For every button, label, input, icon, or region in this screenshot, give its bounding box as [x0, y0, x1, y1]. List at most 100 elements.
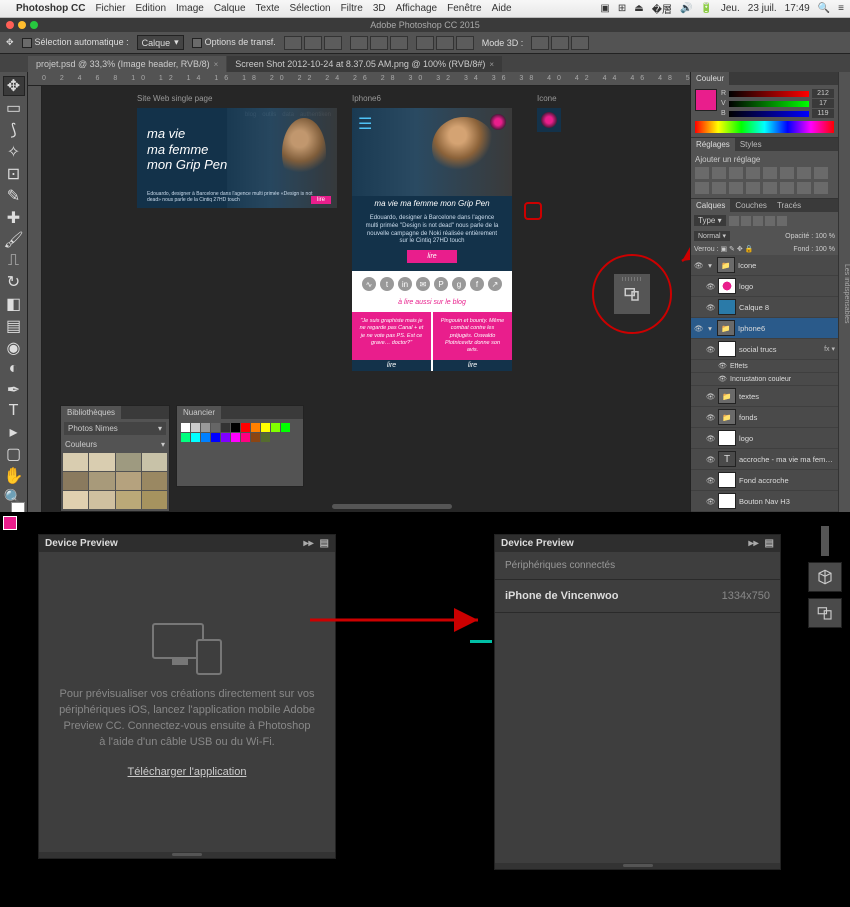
- adjustment-icon[interactable]: [712, 182, 726, 194]
- fill-value[interactable]: 100 %: [815, 246, 835, 253]
- visibility-toggle[interactable]: 👁: [706, 476, 715, 485]
- collapsed-panel-tab[interactable]: Les indispensables: [838, 72, 850, 512]
- horizontal-scrollbar[interactable]: [332, 504, 452, 509]
- swatch[interactable]: [251, 423, 260, 432]
- auto-select-checkbox[interactable]: [22, 38, 32, 48]
- panel-grip[interactable]: [39, 852, 335, 858]
- swatch[interactable]: [231, 423, 240, 432]
- library-swatch[interactable]: [89, 453, 114, 471]
- 3d-mode-button[interactable]: [571, 36, 589, 50]
- pen-tool[interactable]: ✒: [3, 380, 25, 400]
- collapse-icon[interactable]: ▸▸: [749, 538, 759, 549]
- layer-thumbnail[interactable]: T: [718, 451, 736, 467]
- adjustment-icon[interactable]: [763, 182, 777, 194]
- layer-row[interactable]: 👁▾📁Iphone6: [691, 318, 838, 339]
- library-swatch[interactable]: [116, 491, 141, 509]
- libraries-panel[interactable]: Bibliothèques Photos Nimes▾ Couleurs▾: [60, 405, 170, 512]
- align-button[interactable]: [304, 36, 322, 50]
- color-spectrum[interactable]: [695, 121, 834, 133]
- visibility-toggle[interactable]: 👁: [694, 324, 703, 333]
- r-value[interactable]: 212: [812, 89, 834, 98]
- swatch[interactable]: [221, 433, 230, 442]
- layer-row[interactable]: 👁logo: [691, 428, 838, 449]
- color-panel-tab[interactable]: Couleur: [691, 72, 729, 85]
- foreground-color[interactable]: [3, 516, 17, 530]
- layer-row[interactable]: 👁Incrustation couleur: [691, 373, 838, 386]
- show-transform-checkbox[interactable]: [192, 38, 202, 48]
- layer-row[interactable]: 👁Taccroche - ma vie ma femme ...: [691, 449, 838, 470]
- swatch[interactable]: [251, 433, 260, 442]
- eyedropper-tool[interactable]: ✎: [3, 186, 25, 206]
- adjustments-panel-tab[interactable]: Réglages: [691, 138, 735, 151]
- adjustment-icon[interactable]: [729, 167, 743, 179]
- layer-thumbnail[interactable]: [718, 493, 736, 509]
- 3d-panel-icon[interactable]: [808, 562, 842, 592]
- collapse-icon[interactable]: ▸▸: [304, 538, 314, 549]
- menu-aide[interactable]: Aide: [492, 3, 512, 14]
- artboard-label[interactable]: Icone: [537, 94, 557, 103]
- adjustment-icon[interactable]: [797, 167, 811, 179]
- adjustment-icon[interactable]: [763, 167, 777, 179]
- wifi-icon[interactable]: �層: [652, 1, 672, 16]
- swatch[interactable]: [241, 433, 250, 442]
- status-icon[interactable]: ▣: [600, 3, 609, 14]
- visibility-toggle[interactable]: 👁: [718, 375, 727, 383]
- paths-panel-tab[interactable]: Tracés: [772, 199, 806, 212]
- adjustment-icon[interactable]: [695, 167, 709, 179]
- visibility-toggle[interactable]: 👁: [706, 282, 715, 291]
- visibility-toggle[interactable]: 👁: [706, 392, 715, 401]
- visibility-toggle[interactable]: 👁: [718, 362, 727, 370]
- library-swatch[interactable]: [142, 453, 167, 471]
- layer-thumbnail[interactable]: 📁: [718, 388, 736, 404]
- library-swatch[interactable]: [142, 491, 167, 509]
- layer-row[interactable]: 👁Fond accroche: [691, 470, 838, 491]
- library-select[interactable]: Photos Nimes▾: [64, 422, 166, 435]
- adjustment-icon[interactable]: [814, 167, 828, 179]
- panel-menu-icon[interactable]: ▤: [765, 538, 774, 549]
- adjustment-icon[interactable]: [712, 167, 726, 179]
- swatch[interactable]: [261, 423, 270, 432]
- adjustment-icon[interactable]: [814, 182, 828, 194]
- visibility-toggle[interactable]: 👁: [694, 261, 703, 270]
- panel-menu-icon[interactable]: ▤: [320, 538, 329, 549]
- layer-filter-select[interactable]: Type ▾: [694, 215, 726, 226]
- swatch[interactable]: [181, 423, 190, 432]
- menu-calque[interactable]: Calque: [214, 3, 246, 14]
- lasso-tool[interactable]: ⟆: [3, 120, 25, 140]
- g-slider[interactable]: [729, 101, 809, 107]
- layer-thumbnail[interactable]: 📁: [718, 409, 736, 425]
- swatch[interactable]: [211, 433, 220, 442]
- close-tab-icon[interactable]: ×: [214, 60, 219, 69]
- menu-affichage[interactable]: Affichage: [396, 3, 438, 14]
- library-swatch[interactable]: [142, 472, 167, 490]
- align-button[interactable]: [324, 36, 342, 50]
- menu-selection[interactable]: Sélection: [289, 3, 330, 14]
- eraser-tool[interactable]: ◧: [3, 294, 25, 314]
- 3d-mode-button[interactable]: [551, 36, 569, 50]
- swatch[interactable]: [201, 423, 210, 432]
- layer-row[interactable]: 👁Effets: [691, 360, 838, 373]
- swatch[interactable]: [191, 433, 200, 442]
- visibility-toggle[interactable]: 👁: [706, 303, 715, 312]
- adjustment-icon[interactable]: [746, 182, 760, 194]
- close-tab-icon[interactable]: ×: [489, 60, 494, 69]
- path-selection-tool[interactable]: ▸: [3, 422, 25, 442]
- artboard-label[interactable]: Site Web single page: [137, 94, 212, 103]
- swatch[interactable]: [231, 433, 240, 442]
- status-icon[interactable]: ⊞: [618, 3, 626, 14]
- layers-panel-tab[interactable]: Calques: [691, 199, 730, 212]
- layer-row[interactable]: 👁social trucsfx ▾: [691, 339, 838, 360]
- shape-tool[interactable]: ▢: [3, 444, 25, 464]
- swatch[interactable]: [181, 433, 190, 442]
- menu-fenetre[interactable]: Fenêtre: [447, 3, 481, 14]
- layer-thumbnail[interactable]: [718, 430, 736, 446]
- library-swatch[interactable]: [89, 472, 114, 490]
- adjustment-icon[interactable]: [729, 182, 743, 194]
- notification-center-icon[interactable]: ≡: [838, 3, 844, 14]
- chevron-down-icon[interactable]: ▾: [161, 440, 165, 449]
- menu-fichier[interactable]: Fichier: [95, 3, 125, 14]
- layer-thumbnail[interactable]: 📁: [717, 320, 735, 336]
- menu-image[interactable]: Image: [176, 3, 204, 14]
- layer-row[interactable]: 👁Bouton Nav H3: [691, 491, 838, 512]
- r-slider[interactable]: [729, 91, 809, 97]
